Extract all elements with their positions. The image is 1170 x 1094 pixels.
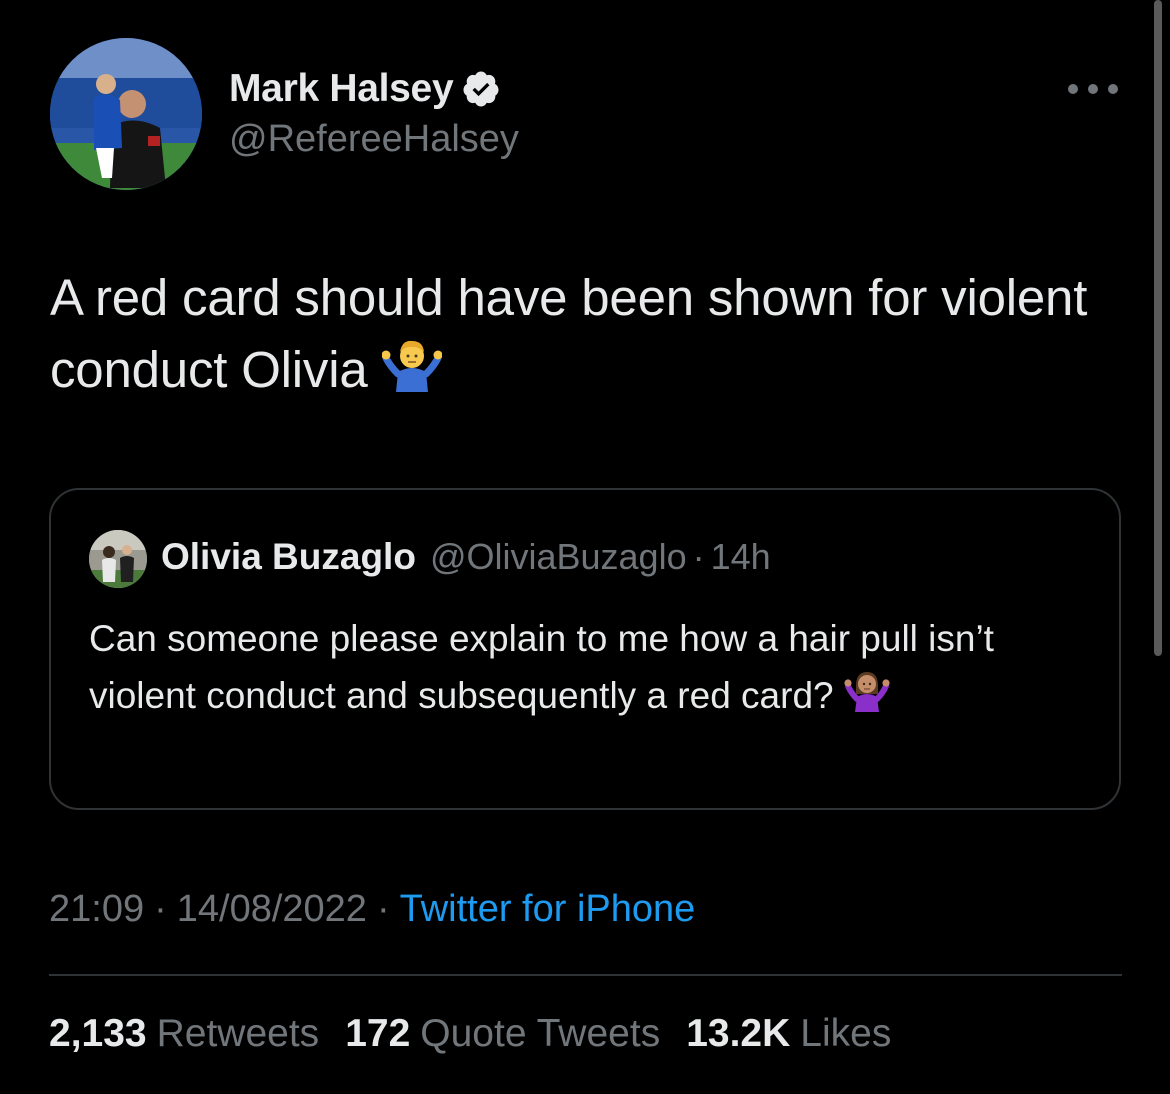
quoted-tweet-separator: · — [692, 536, 705, 577]
woman-shrugging-icon — [844, 668, 890, 728]
retweets-label: Retweets — [156, 1012, 320, 1055]
likes-count: 13.2K — [686, 1012, 791, 1055]
retweets-count: 2,133 — [49, 1012, 147, 1055]
person-shrugging-icon — [381, 336, 443, 411]
quoted-author-avatar[interactable] — [89, 530, 147, 588]
tweet-stats: 2,133 Retweets 172 Quote Tweets 13.2K Likes — [49, 1012, 917, 1056]
likes-stat[interactable]: 13.2K Likes — [686, 1012, 891, 1056]
author-name-row: Mark Halsey — [229, 64, 501, 114]
tweet-text: A red card should have been shown for vi… — [50, 262, 1110, 411]
retweets-stat[interactable]: 2,133 Retweets — [49, 1012, 319, 1056]
tweet-meta: 21:09 · 14/08/2022 · Twitter for iPhone — [49, 888, 695, 931]
quote-tweets-stat[interactable]: 172 Quote Tweets — [345, 1012, 660, 1056]
tweet-time[interactable]: 21:09 — [49, 888, 144, 930]
more-options-icon[interactable] — [1068, 74, 1118, 104]
quote-tweets-count: 172 — [345, 1012, 411, 1055]
likes-label: Likes — [800, 1012, 892, 1055]
tweet-date[interactable]: 14/08/2022 — [177, 888, 367, 930]
quoted-tweet-card[interactable]: Olivia Buzaglo @OliviaBuzaglo · 14h Can … — [49, 488, 1121, 810]
verified-badge-icon — [461, 69, 501, 109]
author-avatar[interactable] — [50, 38, 202, 190]
meta-separator: · — [376, 888, 390, 930]
quoted-tweet-text: Can someone please explain to me how a h… — [89, 610, 1099, 728]
quote-tweets-label: Quote Tweets — [420, 1012, 661, 1055]
scrollbar[interactable] — [1154, 0, 1162, 656]
tweet-source-link[interactable]: Twitter for iPhone — [400, 888, 696, 930]
divider — [49, 974, 1122, 976]
tweet: Mark Halsey @RefereeHalsey A red card sh… — [0, 0, 1170, 1094]
quoted-author-handle: @OliviaBuzaglo — [429, 536, 687, 577]
quoted-author-name: Olivia Buzaglo — [161, 536, 416, 577]
author-name[interactable]: Mark Halsey — [229, 67, 454, 111]
meta-separator: · — [154, 888, 167, 930]
quoted-tweet-time: 14h — [710, 536, 771, 577]
tweet-text-content: A red card should have been shown for vi… — [50, 269, 1088, 398]
quoted-tweet-header: Olivia Buzaglo @OliviaBuzaglo · 14h — [161, 536, 771, 578]
author-handle[interactable]: @RefereeHalsey — [229, 118, 519, 161]
